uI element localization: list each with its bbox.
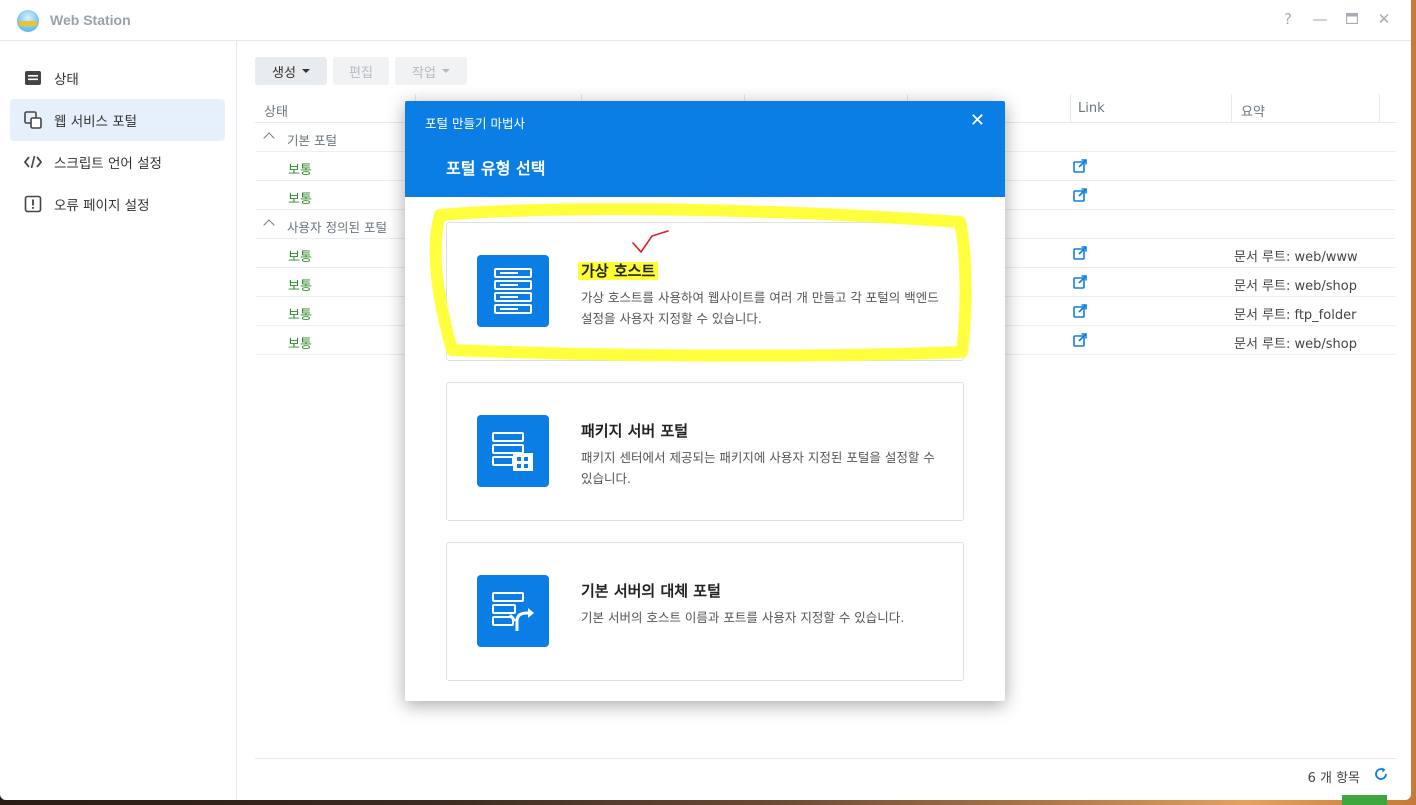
dialog-title: 포털 만들기 마법사 (425, 116, 525, 131)
sidebar-item-label: 스크립트 언어 설정 (54, 156, 162, 172)
portal-wizard-dialog: 포털 만들기 마법사 ✕ 포털 유형 선택 가상 호스트 가상 호스트를 사용하… (405, 101, 1005, 701)
title-bar: Web Station ? — ✕ (0, 0, 1411, 41)
external-link-icon[interactable] (1073, 333, 1087, 347)
status-text: 보통 (288, 337, 312, 352)
summary-text: 문서 루트: ftp_folder (1234, 308, 1357, 323)
option-virtual-host[interactable]: 가상 호스트 가상 호스트를 사용하여 웹사이트를 여러 개 만들고 각 포털의… (446, 222, 964, 361)
status-text: 보통 (288, 279, 312, 294)
package-server-icon (477, 415, 549, 487)
dialog-close-icon[interactable]: ✕ (970, 110, 985, 131)
dialog-header: 포털 만들기 마법사 ✕ 포털 유형 선택 (405, 101, 1005, 197)
group-label: 사용자 정의된 포털 (287, 220, 387, 235)
grid-footer: 6 개 항목 (255, 758, 1396, 788)
option-package-server[interactable]: 패키지 서버 포털 패키지 센터에서 제공되는 패키지에 사용자 지정된 포털을… (446, 382, 964, 521)
external-link-icon[interactable] (1073, 159, 1087, 173)
portal-icon (24, 111, 42, 129)
option-alias-portal[interactable]: 기본 서버의 대체 포털 기본 서버의 호스트 이름과 포트를 사용자 지정할 … (446, 542, 964, 681)
chevron-up-icon (263, 132, 275, 144)
status-text: 보통 (288, 192, 312, 207)
error-icon (24, 195, 42, 213)
app-title: Web Station (50, 12, 131, 28)
edit-button[interactable]: 편집 (333, 57, 389, 85)
option-description: 기본 서버의 호스트 이름과 포트를 사용자 지정할 수 있습니다. (581, 610, 905, 625)
sidebar-item-error-page[interactable]: 오류 페이지 설정 (10, 183, 225, 225)
external-link-icon[interactable] (1073, 246, 1087, 260)
code-icon (23, 153, 43, 171)
summary-text: 문서 루트: web/shop (1234, 337, 1357, 352)
refresh-icon[interactable] (1374, 767, 1388, 781)
status-icon (24, 69, 42, 87)
option-title: 패키지 서버 포털 (581, 422, 689, 440)
option-title-text: 가상 호스트 (578, 262, 659, 280)
virtual-host-icon (477, 255, 549, 327)
sidebar: 상태 웹 서비스 포털 스크립트 언어 설정 오류 페이지 설정 (0, 41, 237, 800)
item-count: 6 개 항목 (1307, 771, 1360, 786)
status-text: 보통 (288, 163, 312, 178)
external-link-icon[interactable] (1073, 188, 1087, 202)
external-link-icon[interactable] (1073, 304, 1087, 318)
summary-text: 문서 루트: web/shop (1234, 279, 1357, 294)
minimize-icon[interactable]: — (1310, 10, 1330, 28)
option-title: 기본 서버의 대체 포털 (581, 582, 721, 600)
sidebar-item-script-language[interactable]: 스크립트 언어 설정 (10, 141, 225, 183)
close-icon[interactable]: ✕ (1374, 10, 1394, 28)
edit-button-label: 편집 (349, 65, 373, 81)
chevron-down-icon (301, 69, 310, 73)
maximize-icon[interactable] (1342, 10, 1362, 28)
sidebar-item-web-portal[interactable]: 웹 서비스 포털 (10, 99, 225, 141)
column-header-summary[interactable]: 요약 (1241, 101, 1265, 120)
chevron-up-icon (263, 219, 275, 231)
sidebar-item-label: 웹 서비스 포털 (54, 114, 138, 130)
option-description: 패키지 센터에서 제공되는 패키지에 사용자 지정된 포털을 설정할 수 있습니… (581, 450, 935, 486)
create-button-label: 생성 (272, 65, 296, 81)
taskbar-fragment (1342, 795, 1387, 805)
dialog-subtitle: 포털 유형 선택 (446, 159, 546, 178)
action-button[interactable]: 작업 (395, 57, 467, 85)
summary-text: 문서 루트: web/www (1234, 250, 1358, 265)
action-button-label: 작업 (412, 65, 436, 81)
alias-portal-icon (477, 575, 549, 647)
status-text: 보통 (288, 250, 312, 265)
external-link-icon[interactable] (1073, 275, 1087, 289)
group-label: 기본 포털 (287, 133, 337, 148)
column-header-status[interactable]: 상태 (264, 101, 288, 120)
help-icon[interactable]: ? (1278, 10, 1298, 28)
sidebar-item-label: 오류 페이지 설정 (54, 198, 150, 214)
chevron-down-icon (441, 69, 450, 73)
option-description: 가상 호스트를 사용하여 웹사이트를 여러 개 만들고 각 포털의 백엔드 설정… (581, 290, 939, 326)
web-station-logo-icon (17, 10, 39, 32)
create-button[interactable]: 생성 (255, 57, 327, 85)
sidebar-item-status[interactable]: 상태 (10, 57, 225, 99)
option-title: 가상 호스트 (578, 260, 659, 281)
status-text: 보통 (288, 308, 312, 323)
web-station-window: Web Station ? — ✕ 상태 웹 서비스 포털 스크립트 언어 설정 (0, 0, 1411, 800)
column-header-link[interactable]: Link (1078, 101, 1105, 116)
sidebar-item-label: 상태 (54, 72, 79, 88)
